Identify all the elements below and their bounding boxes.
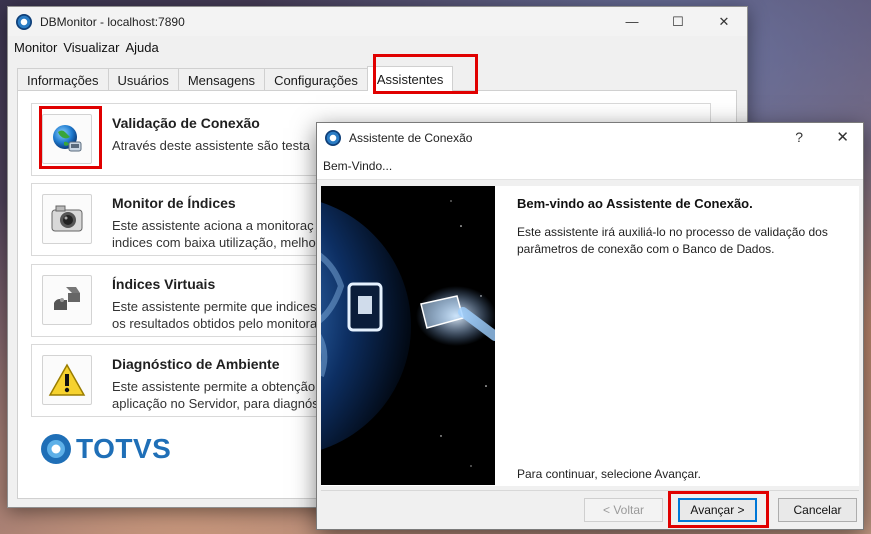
app-icon bbox=[16, 13, 32, 30]
window-title: DBMonitor - localhost:7890 bbox=[40, 14, 185, 29]
close-button[interactable]: ✕ bbox=[701, 7, 747, 36]
window-controls: — ☐ ✕ bbox=[609, 7, 747, 36]
card-title: Índices Virtuais bbox=[112, 276, 216, 292]
welcome-title: Bem-vindo ao Assistente de Conexão. bbox=[517, 196, 753, 211]
card-title: Diagnóstico de Ambiente bbox=[112, 356, 280, 372]
wizard-step-header: Bem-Vindo... bbox=[317, 152, 863, 180]
dialog-title: Assistente de Conexão bbox=[349, 130, 473, 145]
dialog-separator bbox=[321, 490, 859, 491]
totvs-logo: TOTVS bbox=[40, 433, 171, 465]
menu-bar: Monitor Visualizar Ajuda bbox=[8, 36, 747, 58]
back-button[interactable]: < Voltar bbox=[584, 498, 663, 522]
menu-ajuda[interactable]: Ajuda bbox=[122, 40, 161, 55]
maximize-button[interactable]: ☐ bbox=[655, 7, 701, 36]
dialog-title-bar: Assistente de Conexão ? ✕ bbox=[317, 123, 863, 152]
next-button[interactable]: Avançar > bbox=[678, 498, 757, 522]
tab-usuarios[interactable]: Usuários bbox=[107, 68, 179, 91]
wizard-body: Bem-vindo ao Assistente de Conexão. Este… bbox=[321, 186, 859, 486]
dialog-app-icon bbox=[325, 129, 341, 146]
continue-hint: Para continuar, selecione Avançar. bbox=[517, 467, 701, 481]
minimize-button[interactable]: — bbox=[609, 7, 655, 36]
dialog-close-button[interactable]: ✕ bbox=[836, 128, 849, 146]
totvs-logo-icon bbox=[41, 434, 71, 464]
welcome-text: Este assistente irá auxiliá-lo no proces… bbox=[517, 225, 828, 256]
wizard-image bbox=[321, 186, 495, 485]
card-title: Monitor de Índices bbox=[112, 195, 236, 211]
warning-icon[interactable] bbox=[42, 355, 92, 405]
menu-monitor[interactable]: Monitor bbox=[11, 40, 60, 55]
tab-mensagens[interactable]: Mensagens bbox=[177, 68, 266, 91]
help-button[interactable]: ? bbox=[795, 129, 803, 145]
camera-icon[interactable] bbox=[42, 194, 92, 244]
shapes-icon[interactable] bbox=[42, 275, 92, 325]
tab-configuracoes[interactable]: Configurações bbox=[264, 68, 368, 91]
tab-informacoes[interactable]: Informações bbox=[17, 68, 109, 91]
menu-visualizar[interactable]: Visualizar bbox=[60, 40, 122, 55]
tab-assistentes[interactable]: Assistentes bbox=[366, 66, 454, 91]
title-bar: DBMonitor - localhost:7890 — ☐ ✕ bbox=[8, 7, 747, 36]
card-title: Validação de Conexão bbox=[112, 115, 260, 131]
assistente-conexao-dialog: Assistente de Conexão ? ✕ Bem-Vindo... B… bbox=[316, 122, 864, 530]
totvs-logo-text: TOTVS bbox=[76, 433, 172, 464]
tab-bar: Informações Usuários Mensagens Configura… bbox=[17, 66, 454, 91]
cancel-button[interactable]: Cancelar bbox=[778, 498, 857, 522]
globe-network-icon[interactable] bbox=[42, 114, 92, 164]
